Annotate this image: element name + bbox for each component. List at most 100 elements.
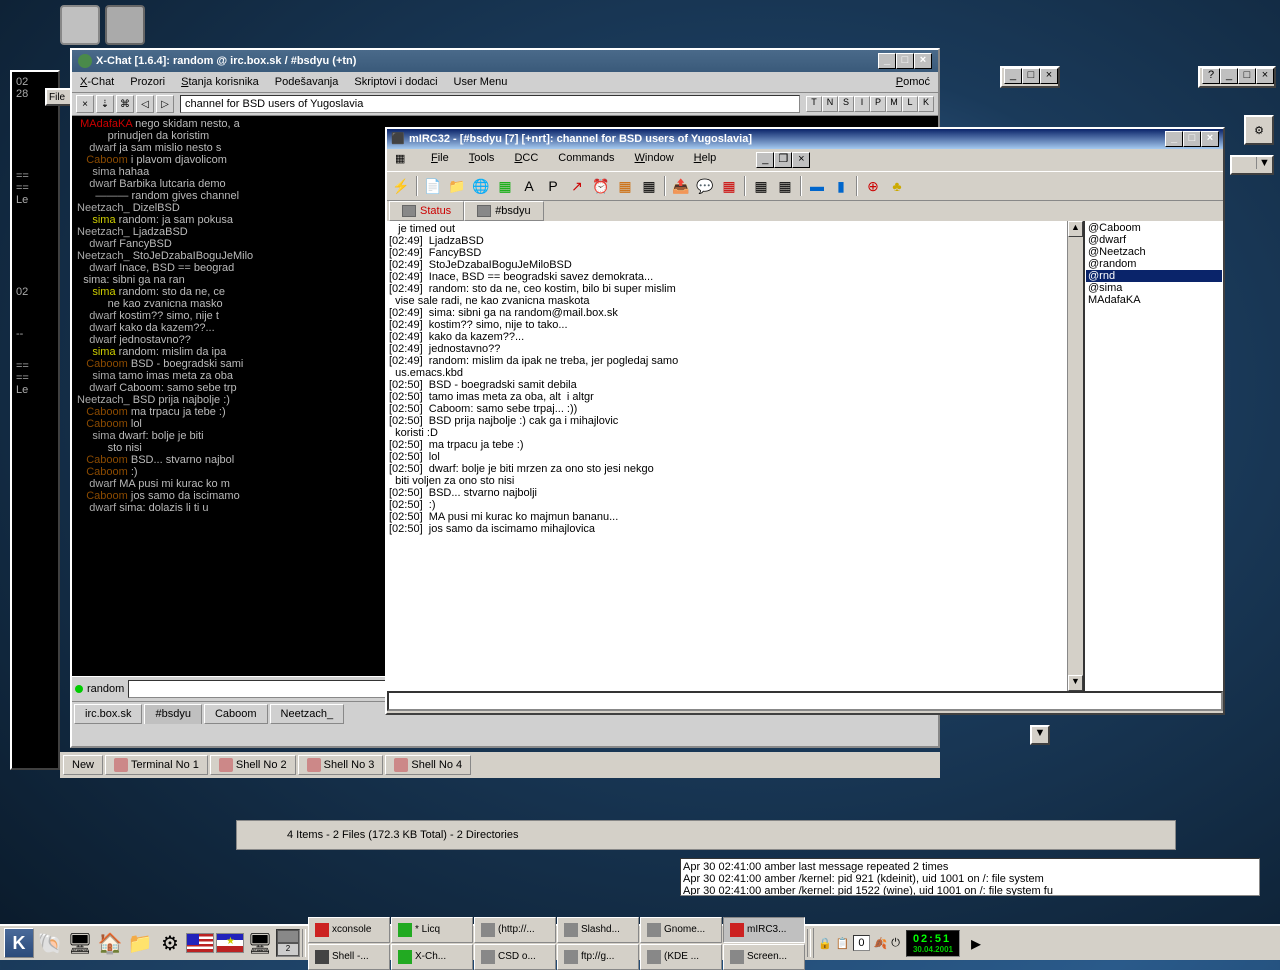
menu-xchat[interactable]: X-Chat	[80, 76, 114, 88]
task-CSDo[interactable]: CSD o...	[474, 944, 556, 970]
minimize-button[interactable]: _	[878, 53, 896, 69]
scroll-down[interactable]: ▼	[1068, 675, 1083, 691]
tb-close[interactable]: ×	[76, 95, 94, 113]
menu-help[interactable]: Help	[694, 152, 717, 168]
task-xconsole[interactable]: xconsole	[308, 917, 390, 943]
tb-fav[interactable]: 🌐	[470, 175, 492, 197]
maximize-button[interactable]: □	[1183, 131, 1201, 147]
maximize-btn[interactable]: □	[1022, 68, 1040, 84]
mdi-close[interactable]: ×	[792, 152, 810, 168]
menu-prozori[interactable]: Prozori	[130, 76, 165, 88]
k-menu-button[interactable]: K	[4, 928, 34, 958]
shell-tab-0[interactable]: New	[63, 755, 103, 775]
nick-sima[interactable]: @sima	[1086, 282, 1222, 294]
nick-Caboom[interactable]: @Caboom	[1086, 222, 1222, 234]
switch-tab-Status[interactable]: Status	[389, 201, 464, 221]
tray-power-icon[interactable]: ⏻	[891, 937, 900, 950]
tb-remote[interactable]: ↗	[566, 175, 588, 197]
minimize-button[interactable]: _	[1165, 131, 1183, 147]
nick-MAdafaKA[interactable]: MAdafaKA	[1086, 294, 1222, 306]
task-XCh[interactable]: X-Ch...	[391, 944, 473, 970]
desktop-pager[interactable]: 2	[276, 929, 300, 957]
tray-lock-icon[interactable]: 🔒	[818, 937, 832, 950]
tb-address[interactable]: ▦	[638, 175, 660, 197]
minimize-btn[interactable]: _	[1004, 68, 1022, 84]
tb-shell-icon[interactable]: 🐚	[36, 929, 64, 957]
tb-pin[interactable]: ⇣	[96, 95, 114, 113]
menu-commands[interactable]: Commands	[558, 152, 614, 168]
task-Screen[interactable]: Screen...	[723, 944, 805, 970]
bg-dropdown[interactable]: ▼	[1230, 155, 1274, 175]
tb-next[interactable]: ▷	[156, 95, 174, 113]
tb-chat[interactable]: 💬	[694, 175, 716, 197]
mode-btn-m[interactable]: M	[886, 96, 902, 112]
tb-options[interactable]: 📄	[422, 175, 444, 197]
mode-btn-s[interactable]: S	[838, 96, 854, 112]
mdi-minimize[interactable]: _	[756, 152, 774, 168]
nick-Neetzach[interactable]: @Neetzach	[1086, 246, 1222, 258]
task-ftpg[interactable]: ftp://g...	[557, 944, 639, 970]
menu-tools[interactable]: Tools	[469, 152, 495, 168]
tb-home-icon[interactable]: 🏠	[96, 929, 124, 957]
task-Slashd[interactable]: Slashd...	[557, 917, 639, 943]
mode-btn-l[interactable]: L	[902, 96, 918, 112]
task-Licq[interactable]: * Licq	[391, 917, 473, 943]
menu-dcc[interactable]: DCC	[514, 152, 538, 168]
help-btn[interactable]: ?	[1202, 68, 1220, 84]
menu-skriptovi[interactable]: Skriptovi i dodaci	[354, 76, 437, 88]
tb-colors[interactable]: ▦	[614, 175, 636, 197]
mirc-scrollbar[interactable]: ▲ ▼	[1067, 221, 1083, 691]
task-Shell[interactable]: Shell -...	[308, 944, 390, 970]
mirc-titlebar[interactable]: ⬛ mIRC32 - [#bsdyu [7] [+nrt]: channel f…	[387, 129, 1223, 149]
tb-about[interactable]: ♣	[886, 175, 908, 197]
tb-control-icon[interactable]: ⚙	[156, 929, 184, 957]
dropdown-arrow[interactable]: ▼	[1030, 725, 1050, 745]
menu-user[interactable]: User Menu	[454, 76, 508, 88]
mode-btn-p[interactable]: P	[870, 96, 886, 112]
tray-leaf-icon[interactable]: 🍂	[874, 937, 888, 950]
tb-urls[interactable]: ▦	[774, 175, 796, 197]
tb-folder[interactable]: 📁	[446, 175, 468, 197]
tb-tile-v[interactable]: ▮	[830, 175, 852, 197]
menu-window[interactable]: Window	[635, 152, 674, 168]
mode-btn-i[interactable]: I	[854, 96, 870, 112]
topic-input[interactable]	[180, 95, 800, 113]
tb-popup[interactable]: P	[542, 175, 564, 197]
shell-tab-1[interactable]: Terminal No 1	[105, 755, 208, 775]
tb-connect[interactable]: ⚡	[390, 175, 412, 197]
bg-gear-icon[interactable]: ⚙	[1244, 115, 1274, 145]
mirc-input[interactable]	[387, 691, 1223, 711]
tb-desktop-icon[interactable]: 🖥	[246, 929, 274, 957]
tb-link[interactable]: ⌘	[116, 95, 134, 113]
minimize-btn[interactable]: _	[1220, 68, 1238, 84]
taskbar-clock[interactable]: 02:51 30.04.2001	[906, 930, 960, 957]
menu-podesavanja[interactable]: Podešavanja	[275, 76, 339, 88]
close-btn[interactable]: ×	[1256, 68, 1274, 84]
close-btn[interactable]: ×	[1040, 68, 1058, 84]
xchat-titlebar[interactable]: X-Chat [1.6.4]: random @ irc.box.sk / #b…	[72, 50, 938, 72]
tb-arrow-icon[interactable]: ▸	[962, 929, 990, 957]
shell-tab-3[interactable]: Shell No 3	[298, 755, 384, 775]
task-mIRC3[interactable]: mIRC3...	[723, 917, 805, 943]
nick-dwarf[interactable]: @dwarf	[1086, 234, 1222, 246]
tb-timer[interactable]: ⏰	[590, 175, 612, 197]
tb-konq-icon[interactable]: 📁	[126, 929, 154, 957]
scroll-up[interactable]: ▲	[1068, 221, 1083, 237]
tab-bsdyu[interactable]: #bsdyu	[144, 704, 201, 724]
mode-btn-n[interactable]: N	[822, 96, 838, 112]
tb-alias[interactable]: A	[518, 175, 540, 197]
mdi-restore[interactable]: ❐	[774, 152, 792, 168]
task-Gnome[interactable]: Gnome...	[640, 917, 722, 943]
tb-term-icon[interactable]: 🖥	[66, 929, 94, 957]
shell-tab-4[interactable]: Shell No 4	[385, 755, 471, 775]
desktop-home-icon[interactable]	[60, 5, 100, 45]
switch-tab-bsdyu[interactable]: #bsdyu	[464, 201, 543, 221]
close-button[interactable]: ×	[914, 53, 932, 69]
task-http[interactable]: (http://...	[474, 917, 556, 943]
menu-file[interactable]: File	[431, 152, 449, 168]
flag-yu-icon[interactable]	[216, 933, 244, 953]
tb-list[interactable]: ▦	[494, 175, 516, 197]
menu-stanja[interactable]: Stanja korisnika	[181, 76, 259, 88]
mode-btn-t[interactable]: T	[806, 96, 822, 112]
tb-notify[interactable]: ▦	[750, 175, 772, 197]
